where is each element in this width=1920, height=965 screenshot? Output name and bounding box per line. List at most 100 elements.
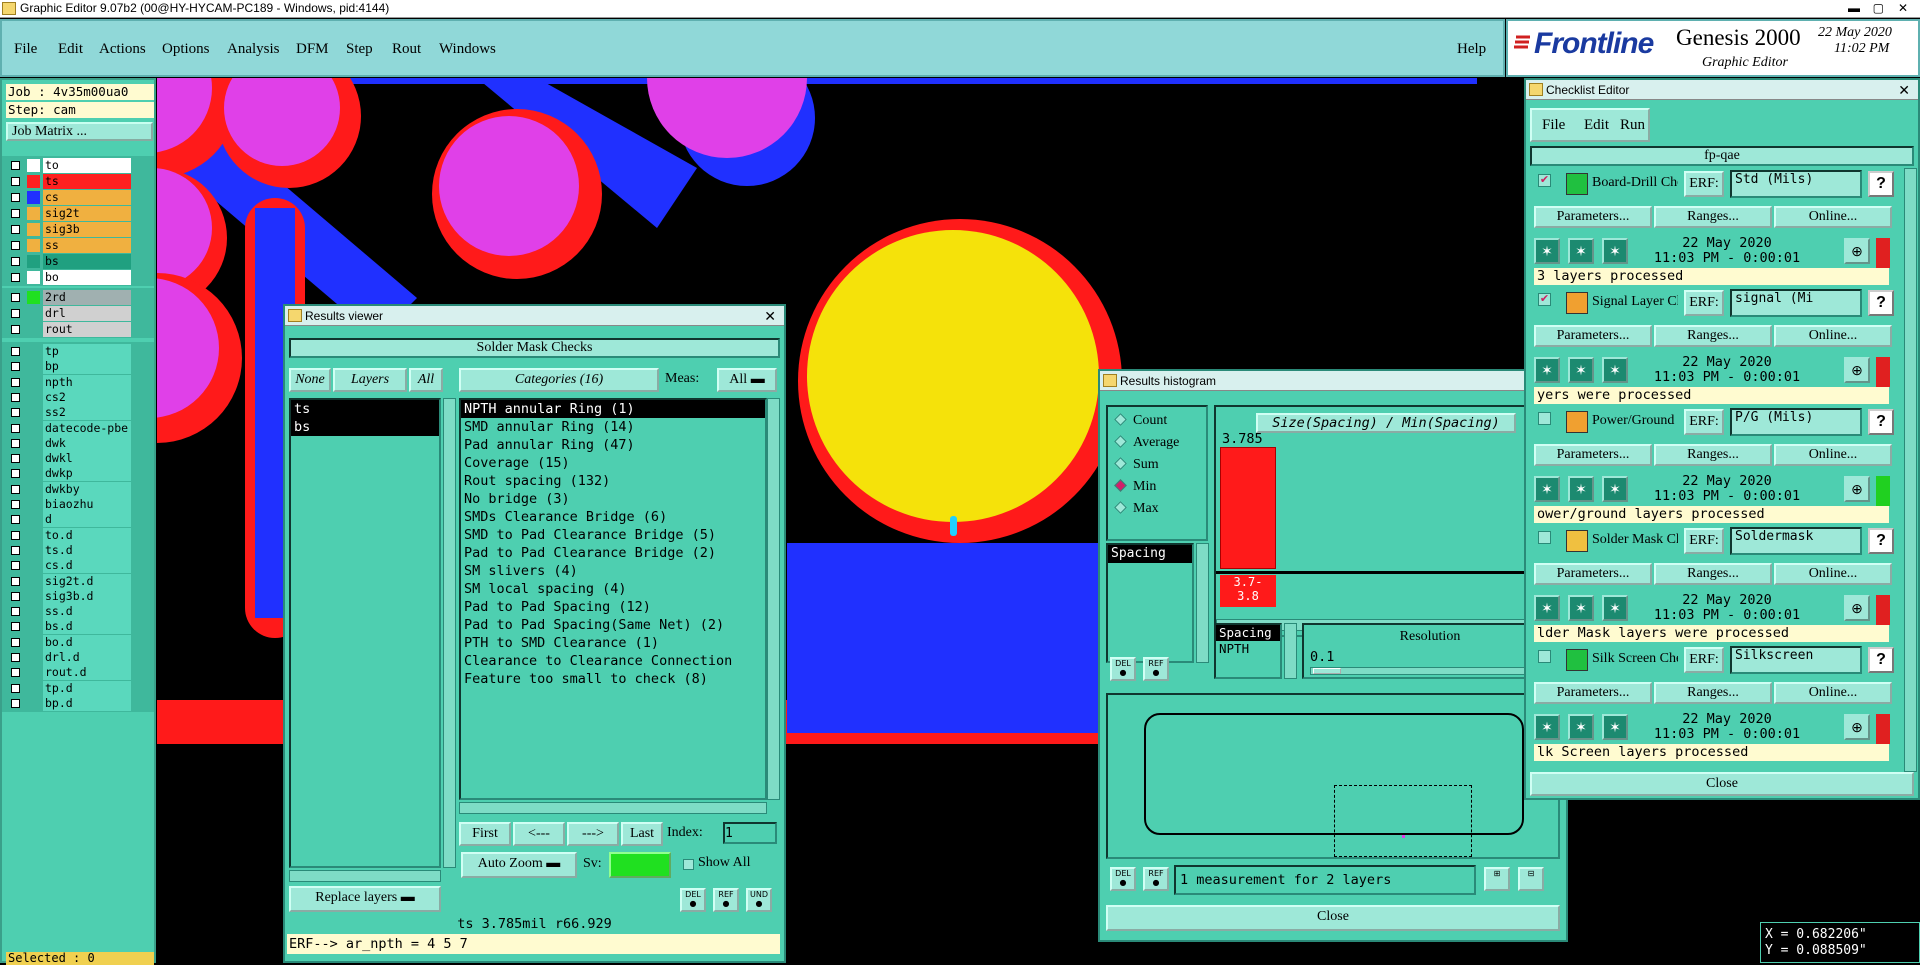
layer-name[interactable]: bs (43, 254, 131, 269)
layer-row[interactable]: rout.d (8, 665, 131, 681)
layer-checkbox[interactable] (11, 438, 20, 448)
erf-button[interactable]: ERF: (1684, 647, 1724, 673)
layer-name[interactable]: ss2 (43, 405, 131, 421)
zoom-in-icon[interactable]: ⊞ (1484, 867, 1510, 891)
layer-checkbox[interactable] (11, 622, 20, 632)
run-icon[interactable]: ✶ (1534, 238, 1560, 264)
first-button[interactable]: First (459, 822, 511, 846)
layer-color-swatch[interactable] (27, 589, 40, 603)
category-item[interactable]: PTH to SMD Clearance (1) (461, 634, 765, 652)
layer-row[interactable]: tp.d (8, 680, 131, 696)
erf-value-field[interactable]: Soldermask (1730, 527, 1862, 555)
categories-list[interactable]: NPTH annular Ring (1) SMD annular Ring (1… (459, 398, 767, 800)
action-name[interactable]: Board-Drill Che (1592, 175, 1678, 191)
layer-name[interactable]: drl (43, 306, 131, 321)
layer-name[interactable]: npth (43, 374, 131, 390)
layer-checkbox[interactable] (11, 177, 20, 186)
layer-name[interactable]: bp.d (43, 695, 131, 711)
action-checkbox[interactable] (1538, 531, 1551, 544)
categories-scrollbar[interactable] (767, 398, 780, 800)
layer-color-swatch[interactable] (27, 574, 40, 588)
layer-name[interactable]: sig3b.d (43, 588, 131, 604)
layer-name[interactable]: bo (43, 270, 131, 285)
menu-windows[interactable]: Windows (439, 41, 496, 58)
layer-name[interactable]: bs.d (43, 619, 131, 635)
layer-row[interactable]: dwk (8, 435, 131, 451)
spacing-scrollbar[interactable] (1284, 623, 1297, 679)
layer-name[interactable]: cs2 (43, 389, 131, 405)
layer-color-swatch[interactable] (27, 191, 40, 204)
run-all-icon[interactable]: ✶ (1602, 238, 1628, 264)
layer-name[interactable]: biaozhu (43, 497, 131, 512)
ref-icon[interactable]: REF ● (1143, 867, 1169, 891)
layers-button[interactable]: Layers (333, 368, 407, 392)
layer-color-swatch[interactable] (27, 651, 40, 664)
layer-name[interactable]: ts (43, 174, 131, 189)
layer-list-item[interactable]: bs (291, 418, 439, 436)
histogram-titlebar[interactable]: Results histogram ✕ (1100, 371, 1566, 391)
category-item[interactable]: Pad to Pad Spacing (12) (461, 598, 765, 616)
erf-button[interactable]: ERF: (1684, 528, 1724, 554)
run-icon[interactable]: ✶ (1534, 714, 1560, 740)
layer-color-swatch[interactable] (27, 605, 40, 619)
layers-scrollbar[interactable] (443, 398, 456, 868)
layers-list[interactable]: ts bs (289, 398, 441, 868)
layer-name[interactable]: bp (43, 359, 131, 375)
action-checkbox[interactable] (1538, 412, 1551, 425)
layer-color-swatch[interactable] (27, 635, 40, 649)
layer-color-swatch[interactable] (27, 666, 40, 680)
layer-name[interactable]: drl.d (43, 650, 131, 665)
layer-checkbox[interactable] (11, 408, 20, 418)
layer-checkbox[interactable] (11, 362, 20, 372)
layer-row[interactable]: 2rd (8, 290, 131, 305)
parameters-button[interactable]: Parameters... (1534, 206, 1652, 228)
layer-color-swatch[interactable] (27, 543, 40, 557)
menu-rout[interactable]: Rout (392, 41, 421, 58)
run-step-icon[interactable]: ✶ (1568, 595, 1594, 621)
layer-row[interactable]: sig2t (8, 206, 131, 221)
layer-color-swatch[interactable] (27, 436, 40, 450)
layer-checkbox[interactable] (11, 209, 20, 218)
layer-row[interactable]: dwkp (8, 466, 131, 482)
all-button[interactable]: All (409, 368, 443, 392)
del-icon[interactable]: DEL ● (680, 888, 706, 912)
layer-color-swatch[interactable] (27, 528, 40, 542)
layer-color-swatch[interactable] (27, 175, 40, 188)
layer-checkbox[interactable] (11, 193, 20, 202)
layer-name[interactable]: to.d (43, 527, 131, 543)
category-item[interactable]: SMDs Clearance Bridge (6) (461, 508, 765, 526)
layer-checkbox[interactable] (11, 607, 20, 617)
mode-radio-min[interactable]: Min (1114, 479, 1156, 495)
index-input[interactable] (723, 822, 777, 844)
show-all-checkbox[interactable] (683, 859, 694, 870)
meas-select[interactable]: All ▬ (717, 368, 777, 392)
layer-name[interactable]: cs.d (43, 558, 131, 574)
layer-name[interactable]: dwkp (43, 466, 131, 482)
category-item[interactable]: Pad annular Ring (47) (461, 436, 765, 454)
layer-checkbox[interactable] (11, 347, 20, 356)
menu-step[interactable]: Step (346, 41, 373, 58)
field-item[interactable]: Spacing (1108, 545, 1192, 563)
layer-row[interactable]: tp (8, 344, 131, 359)
layer-row[interactable]: sig3b.d (8, 588, 131, 604)
zoom-icon[interactable]: ⊕ (1844, 714, 1870, 740)
layer-color-swatch[interactable] (27, 307, 40, 320)
checklist-menu-run[interactable]: Run (1620, 117, 1645, 134)
field-list[interactable]: Spacing (1106, 543, 1194, 663)
layer-color-swatch[interactable] (27, 421, 40, 435)
layer-name[interactable]: to (43, 158, 131, 173)
run-all-icon[interactable]: ✶ (1602, 476, 1628, 502)
zoom-icon[interactable]: ⊕ (1844, 357, 1870, 383)
layer-checkbox[interactable] (11, 273, 20, 282)
layer-row[interactable]: drl (8, 306, 131, 321)
erf-value-field[interactable]: Silkscreen (1730, 646, 1862, 674)
help-icon[interactable]: ? (1868, 290, 1894, 316)
layer-name[interactable]: d (43, 512, 131, 528)
layer-checkbox[interactable] (11, 653, 20, 662)
none-button[interactable]: None (289, 368, 331, 392)
categories-hscrollbar[interactable] (459, 802, 767, 814)
layer-color-swatch[interactable] (27, 452, 40, 466)
ref-icon[interactable]: REF ● (1143, 657, 1169, 681)
menu-options[interactable]: Options (162, 41, 210, 58)
layer-checkbox[interactable] (11, 561, 20, 571)
